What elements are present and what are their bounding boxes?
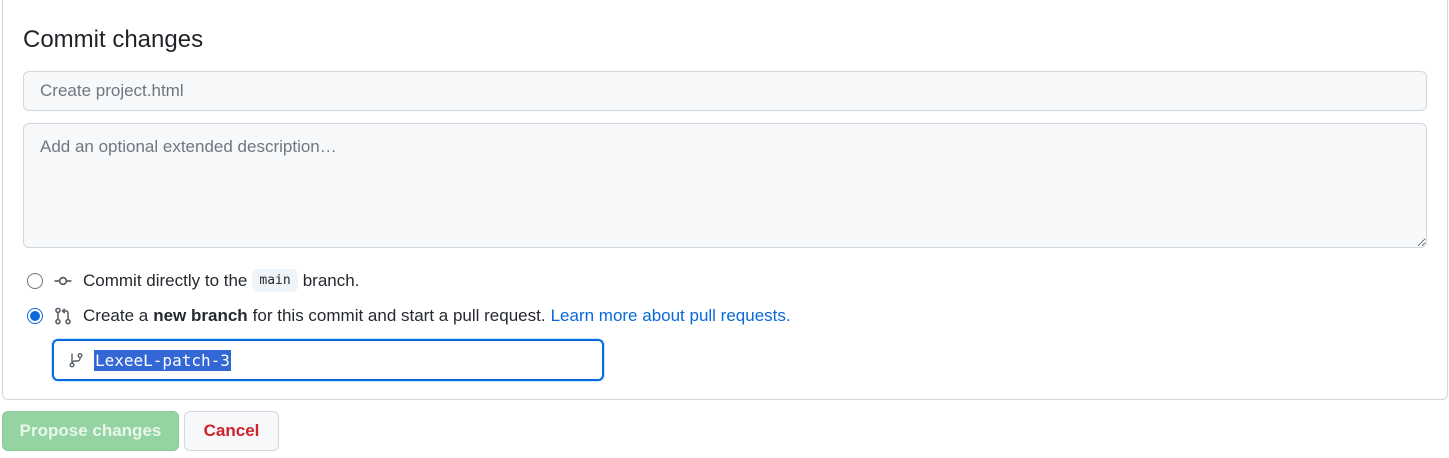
new-branch-radio[interactable] [27, 308, 43, 324]
cancel-button[interactable]: Cancel [184, 411, 279, 451]
branch-name-field[interactable]: LexeeL-patch-3 [52, 339, 604, 381]
branch-name-input[interactable]: LexeeL-patch-3 [94, 349, 231, 371]
new-branch-prefix: Create a [83, 306, 149, 325]
git-commit-icon [53, 272, 73, 290]
commit-description-textarea[interactable] [23, 123, 1427, 248]
git-pull-request-icon [53, 307, 73, 325]
commit-direct-radio[interactable] [27, 272, 43, 289]
commit-title: Commit changes [23, 26, 204, 53]
commit-direct-suffix: branch. [302, 270, 360, 290]
commit-summary-input[interactable] [23, 71, 1427, 111]
new-branch-middle: for this commit and start a pull request… [252, 306, 546, 325]
commit-direct-prefix: Commit directly to the [83, 270, 248, 290]
git-branch-icon [67, 351, 85, 369]
branch-code-chip: main [252, 269, 298, 292]
propose-changes-button[interactable]: Propose changes [2, 411, 179, 451]
learn-more-pull-requests-link[interactable]: Learn more about pull requests. [551, 306, 791, 326]
new-branch-option[interactable]: Create a new branch for this commit and … [27, 306, 791, 326]
commit-direct-option[interactable]: Commit directly to the main branch. [27, 269, 359, 292]
new-branch-bold: new branch [153, 306, 248, 325]
